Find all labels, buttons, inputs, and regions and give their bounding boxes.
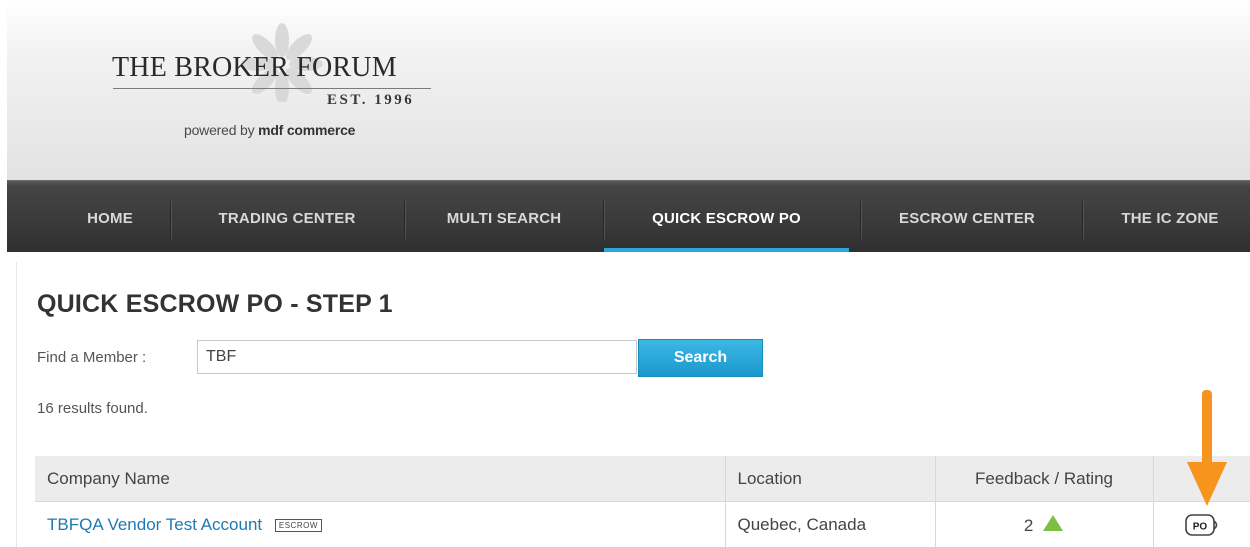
company-link[interactable]: TBFQA Vendor Test Account bbox=[47, 515, 262, 534]
column-header-location[interactable]: Location bbox=[725, 456, 936, 502]
nav-separator bbox=[170, 201, 171, 239]
table-row: TBFQA Vendor Test Account ESCROW Quebec,… bbox=[35, 501, 1250, 547]
company-cell: TBFQA Vendor Test Account ESCROW bbox=[35, 501, 726, 547]
find-member-input[interactable] bbox=[197, 340, 637, 374]
nav-separator bbox=[1082, 201, 1083, 239]
nav-item-multi-search[interactable]: MULTI SEARCH bbox=[419, 181, 589, 252]
search-button[interactable]: Search bbox=[638, 339, 763, 377]
find-member-label: Find a Member : bbox=[37, 349, 147, 366]
column-header-feedback-rating[interactable]: Feedback / Rating bbox=[935, 456, 1154, 502]
arrow-down-icon bbox=[1187, 390, 1227, 506]
nav-separator bbox=[404, 201, 405, 239]
powered-by-brand: mdf commerce bbox=[258, 122, 356, 138]
logo-title: THE BROKER FORUM bbox=[112, 52, 397, 83]
rating-value[interactable]: 2 bbox=[1024, 516, 1033, 535]
page-title: QUICK ESCROW PO - STEP 1 bbox=[37, 290, 393, 318]
po-action-cell: PO bbox=[1153, 502, 1250, 547]
po-icon[interactable]: PO bbox=[1184, 512, 1220, 538]
table-header-row: Company Name Location Feedback / Rating bbox=[35, 456, 1250, 502]
nav-item-home[interactable]: HOME bbox=[65, 181, 155, 252]
escrow-badge: ESCROW bbox=[274, 518, 322, 532]
nav-item-escrow-center[interactable]: ESCROW CENTER bbox=[867, 181, 1067, 252]
results-count: 16 results found. bbox=[37, 400, 148, 417]
column-header-company-name[interactable]: Company Name bbox=[35, 456, 726, 502]
green-triangle-up-icon bbox=[1043, 514, 1064, 531]
svg-text:PO: PO bbox=[1193, 521, 1208, 532]
nav-separator bbox=[860, 201, 861, 239]
rating-cell: 2 bbox=[935, 501, 1154, 547]
main-content: QUICK ESCROW PO - STEP 1 Find a Member :… bbox=[16, 262, 1250, 547]
nav-item-the-ic-zone[interactable]: THE IC ZONE bbox=[1095, 181, 1245, 252]
site-header: THE BROKER FORUM EST. 1996 powered by md… bbox=[7, 0, 1250, 180]
nav-item-quick-escrow-po[interactable]: QUICK ESCROW PO bbox=[604, 181, 849, 252]
logo-established: EST. 1996 bbox=[327, 92, 415, 108]
location-cell: Quebec, Canada bbox=[725, 501, 936, 547]
main-navigation: HOME TRADING CENTER MULTI SEARCH QUICK E… bbox=[7, 180, 1250, 252]
logo-powered-by: powered by mdf commerce bbox=[184, 122, 355, 138]
nav-item-trading-center[interactable]: TRADING CENTER bbox=[187, 181, 387, 252]
powered-by-prefix: powered by bbox=[184, 122, 259, 138]
site-logo[interactable]: THE BROKER FORUM EST. 1996 powered by md… bbox=[107, 22, 447, 152]
results-table: Company Name Location Feedback / Rating … bbox=[35, 456, 1250, 547]
logo-divider bbox=[113, 88, 431, 89]
